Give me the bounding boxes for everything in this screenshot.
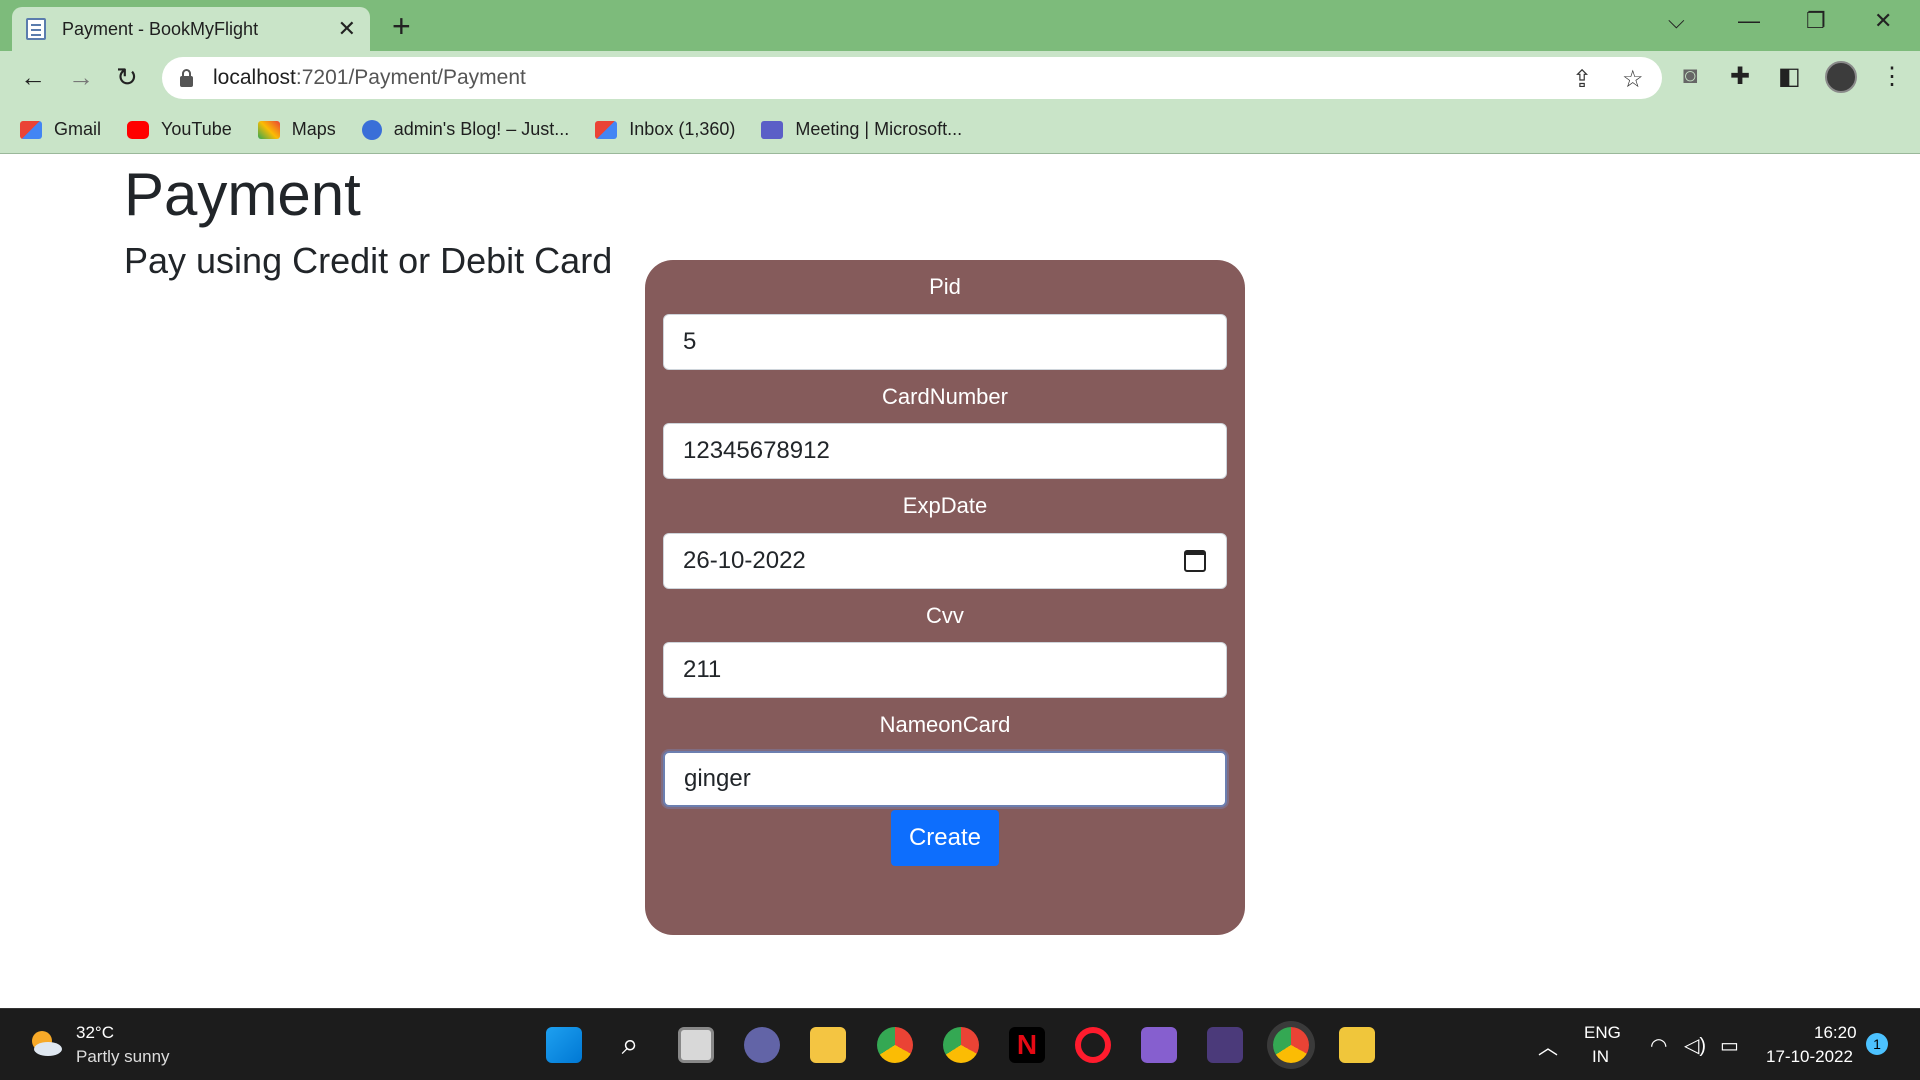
wifi-icon[interactable]: ◠ — [1650, 1033, 1667, 1058]
back-button[interactable]: ← — [20, 62, 46, 93]
restore-button[interactable]: ❐ — [1806, 8, 1826, 34]
page-subtitle: Pay using Credit or Debit Card — [124, 240, 613, 281]
new-tab-button[interactable]: + — [392, 8, 411, 45]
close-window-button[interactable]: ✕ — [1874, 8, 1892, 34]
profile-avatar[interactable] — [1825, 61, 1857, 93]
youtube-icon — [127, 120, 150, 139]
cvv-label: Cvv — [926, 603, 964, 628]
file-explorer-icon[interactable] — [810, 1027, 846, 1063]
bookmark-gmail[interactable]: Gmail — [20, 119, 101, 140]
terminal-icon[interactable] — [1207, 1027, 1243, 1063]
minimize-button[interactable]: — — [1738, 8, 1760, 34]
bookmark-inbox[interactable]: Inbox (1,360) — [595, 119, 735, 140]
camera-icon[interactable]: ◙ — [1683, 62, 1698, 90]
reload-button[interactable]: ↻ — [116, 62, 138, 93]
chevron-up-icon[interactable]: ︿ — [1538, 1031, 1558, 1060]
exp-date-value: 26-10-2022 — [683, 547, 806, 574]
extensions-icon[interactable]: ✚ — [1730, 62, 1750, 91]
clock-date[interactable]: 17-10-2022 — [1766, 1047, 1853, 1067]
name-on-card-label: NameonCard — [879, 712, 1011, 737]
bookmark-maps[interactable]: Maps — [257, 119, 336, 140]
sticky-app-icon[interactable] — [1339, 1027, 1375, 1063]
language-indicator[interactable]: ENG — [1584, 1023, 1621, 1043]
browser-tab[interactable]: Payment - BookMyFlight ✕ — [12, 7, 370, 51]
tab-search-icon[interactable]: ⌵ — [1668, 8, 1685, 34]
name-on-card-input[interactable]: ginger — [663, 751, 1227, 807]
page-title: Payment — [124, 161, 361, 228]
address-bar[interactable]: localhost:7201/Payment/Payment ⇪ ☆ — [162, 57, 1662, 99]
lock-icon[interactable] — [180, 68, 193, 87]
page-favicon-icon — [26, 18, 46, 40]
bookmark-youtube[interactable]: YouTube — [127, 119, 232, 140]
menu-icon[interactable]: ⋮ — [1880, 62, 1904, 91]
chrome-icon[interactable] — [943, 1027, 979, 1063]
bookmark-admin-blog[interactable]: admin's Blog! – Just... — [361, 119, 569, 140]
card-number-label: CardNumber — [882, 384, 1008, 409]
pid-input[interactable]: 5 — [663, 314, 1227, 370]
start-icon[interactable] — [546, 1027, 582, 1063]
close-tab-icon[interactable]: ✕ — [338, 16, 356, 42]
payment-form-card: Pid 5 CardNumber 12345678912 ExpDate 26-… — [645, 260, 1245, 935]
teams-icon — [761, 120, 784, 139]
chrome-active-icon[interactable] — [1273, 1027, 1309, 1063]
notification-badge[interactable]: 1 — [1866, 1033, 1888, 1055]
gmail-icon — [20, 120, 42, 139]
share-icon[interactable]: ⇪ — [1572, 65, 1592, 94]
battery-icon[interactable]: ▭ — [1720, 1033, 1739, 1058]
exp-date-input[interactable]: 26-10-2022 — [663, 533, 1227, 589]
gmail-icon — [595, 120, 618, 139]
task-view-icon[interactable] — [678, 1027, 714, 1063]
tab-strip: Payment - BookMyFlight ✕ + ⌵ — ❐ ✕ — [0, 0, 1920, 51]
pid-label: Pid — [929, 274, 961, 299]
exp-date-label: ExpDate — [902, 493, 988, 518]
chrome-profile-icon[interactable] — [877, 1027, 913, 1063]
forward-button[interactable]: → — [68, 62, 94, 93]
windows-taskbar: 32°C Partly sunny ⌕ N ︿ ENG IN ◠ ◁) ▭ 16… — [0, 1008, 1920, 1080]
bookmarks-bar: Gmail YouTube Maps admin's Blog! – Just.… — [0, 106, 1920, 154]
blog-icon — [361, 119, 382, 140]
language-region[interactable]: IN — [1592, 1047, 1609, 1067]
weather-description[interactable]: Partly sunny — [76, 1047, 170, 1067]
card-number-input[interactable]: 12345678912 — [663, 423, 1227, 479]
volume-icon[interactable]: ◁) — [1684, 1033, 1706, 1058]
clock-time[interactable]: 16:20 — [1814, 1023, 1857, 1043]
netflix-icon[interactable]: N — [1009, 1027, 1045, 1063]
cvv-input[interactable]: 211 — [663, 642, 1227, 698]
maps-icon — [257, 120, 280, 139]
browser-toolbar: ← → ↻ localhost:7201/Payment/Payment ⇪ ☆… — [0, 51, 1920, 106]
weather-temperature[interactable]: 32°C — [76, 1023, 114, 1043]
visual-studio-icon[interactable] — [1141, 1027, 1177, 1063]
partly-sunny-icon[interactable] — [28, 1029, 64, 1057]
url-text: localhost:7201/Payment/Payment — [213, 66, 526, 89]
create-button[interactable]: Create — [891, 810, 999, 866]
side-panel-icon[interactable]: ◧ — [1778, 62, 1801, 91]
bookmark-teams-meeting[interactable]: Meeting | Microsoft... — [761, 119, 962, 140]
chat-icon[interactable] — [744, 1027, 780, 1063]
calendar-icon[interactable] — [1184, 550, 1206, 572]
bookmark-star-icon[interactable]: ☆ — [1622, 65, 1644, 94]
tab-title: Payment - BookMyFlight — [62, 18, 259, 39]
opera-icon[interactable] — [1075, 1027, 1111, 1063]
search-icon[interactable]: ⌕ — [612, 1027, 648, 1063]
